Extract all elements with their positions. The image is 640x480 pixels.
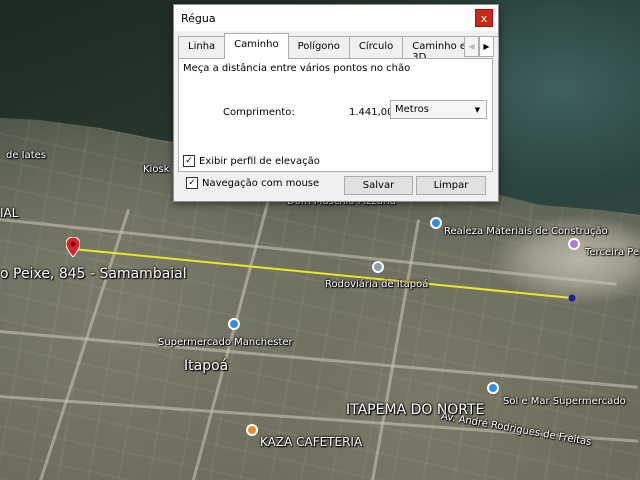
save-button[interactable]: Salvar	[344, 176, 413, 195]
scroll-left-icon[interactable]: ◀	[464, 36, 479, 57]
dialog-title-bar[interactable]: Régua x	[174, 5, 498, 31]
map-label-ial: IAL	[0, 206, 19, 220]
map-label-supermercado: Supermercado Manchester	[158, 337, 293, 348]
start-point-pin[interactable]	[65, 236, 81, 261]
scroll-right-icon[interactable]: ▶	[479, 36, 494, 57]
mouse-navigation-label: Navegação com mouse	[202, 177, 320, 189]
coffee-cup-icon[interactable]	[246, 424, 258, 436]
map-label-sol-mar: Sol e Mar Supermercado	[503, 396, 626, 407]
elevation-profile-option[interactable]: ✓ Exibir perfil de elevação	[183, 155, 320, 167]
elevation-profile-checkbox[interactable]: ✓	[183, 155, 195, 167]
length-value: 1.441,00	[349, 107, 394, 118]
map-label-terceira: Terceira Pedra	[585, 247, 640, 258]
hardware-store-icon[interactable]	[430, 217, 442, 229]
elevation-profile-label: Exibir perfil de elevação	[199, 155, 320, 167]
close-icon: x	[480, 11, 488, 25]
beach-area	[470, 190, 640, 330]
tab-caminho[interactable]: Caminho	[224, 33, 289, 59]
panel-description: Meça a distância entre vários pontos no …	[183, 63, 411, 74]
shopping-cart-icon[interactable]	[487, 382, 499, 394]
unit-dropdown[interactable]: Metros ▼	[390, 100, 487, 119]
map-label-itapoa: Itapoá	[184, 358, 229, 374]
mouse-navigation-option[interactable]: ✓ Navegação com mouse	[186, 177, 319, 189]
chevron-down-icon: ▼	[474, 105, 480, 114]
tab-poligono[interactable]: Polígono	[287, 36, 350, 59]
map-label-kaza: KAZA CAFETERIA	[260, 435, 363, 449]
landmark-icon[interactable]	[568, 238, 580, 250]
clear-button[interactable]: Limpar	[416, 176, 486, 195]
map-label-kiosk: Kiosk	[143, 164, 170, 175]
tab-linha[interactable]: Linha	[178, 36, 226, 59]
bus-station-icon[interactable]	[372, 261, 384, 273]
tab-bar: Linha Caminho Polígono Círculo Caminho e…	[178, 33, 499, 63]
dialog-title: Régua	[181, 11, 216, 25]
unit-selected-value: Metros	[395, 104, 429, 115]
tab-panel: Meça a distância entre vários pontos no …	[178, 58, 493, 172]
shopping-cart-icon[interactable]	[228, 318, 240, 330]
map-label-de-iates: de Iates	[6, 150, 47, 161]
map-label-rodoviaria: Rodoviária de Itapoá	[325, 279, 429, 290]
ruler-dialog: Régua x Linha Caminho Polígono Círculo C…	[173, 4, 499, 202]
length-label: Comprimento:	[223, 107, 295, 118]
tab-circulo[interactable]: Círculo	[348, 36, 404, 59]
tab-scroll-buttons: ◀ ▶	[464, 36, 494, 57]
close-button[interactable]: x	[475, 9, 493, 27]
map-label-realeza: Realeza Materiais de Construção	[444, 226, 608, 237]
mouse-navigation-checkbox[interactable]: ✓	[186, 177, 198, 189]
map-label-peixe: o Peixe, 845 - Samambaial	[0, 266, 187, 282]
